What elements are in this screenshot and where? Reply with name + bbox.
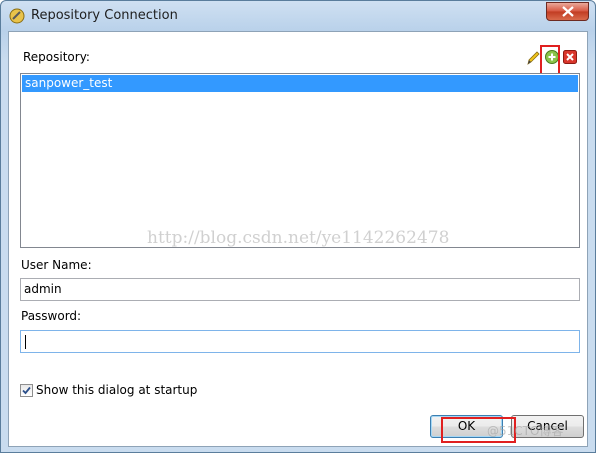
repository-label: Repository: (23, 50, 90, 64)
startup-label[interactable]: Show this dialog at startup (36, 383, 197, 397)
repository-list[interactable]: sanpower_test (20, 73, 580, 248)
delete-x-icon[interactable] (562, 49, 578, 65)
startup-checkbox[interactable] (20, 384, 33, 397)
window-title: Repository Connection (31, 8, 178, 23)
app-icon (9, 8, 25, 24)
title-bar[interactable]: Repository Connection (1, 1, 595, 31)
password-label: Password: (21, 309, 82, 323)
dialog-content: Repository: sanpower_test http://blog.cs… (8, 31, 588, 447)
checkmark-icon (22, 386, 31, 395)
dialog-window: Repository Connection Repository: sanpow… (0, 0, 596, 453)
user-name-label: User Name: (21, 258, 92, 272)
window-close-button[interactable] (546, 2, 589, 21)
user-name-field[interactable]: admin (20, 278, 580, 301)
repository-list-item[interactable]: sanpower_test (22, 75, 578, 92)
text-caret (25, 335, 26, 349)
close-icon (562, 6, 574, 17)
corner-watermark: @51CTO博客 (487, 424, 564, 438)
watermark-text: http://blog.csdn.net/ye1142262478 (147, 228, 450, 248)
edit-pencil-icon[interactable] (525, 50, 541, 66)
add-plus-icon[interactable] (544, 49, 560, 65)
password-field[interactable] (20, 330, 580, 353)
